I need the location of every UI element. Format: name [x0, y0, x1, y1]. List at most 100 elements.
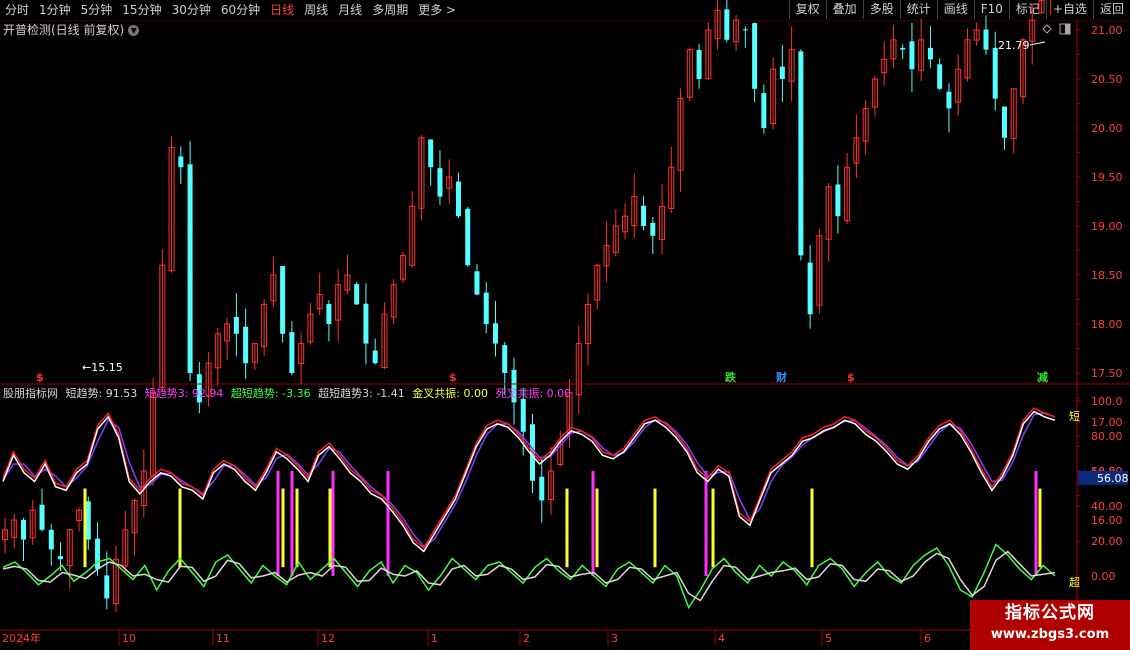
- candle-body-down: [178, 156, 184, 168]
- candle-body-down: [1001, 106, 1007, 138]
- candle-body-down: [455, 181, 461, 217]
- candle-body-down: [502, 345, 508, 373]
- high-price-label: 21.79: [998, 39, 1030, 52]
- indicator-tick-label: 20.00: [1091, 535, 1123, 548]
- price-tick-label: 18.50: [1091, 269, 1123, 282]
- time-tick-label: 12: [321, 632, 335, 645]
- candle-body-down: [243, 326, 249, 364]
- candle-body-down: [641, 205, 647, 226]
- candle-body-down: [779, 66, 785, 79]
- candle-body-down: [187, 164, 193, 373]
- watermark-title: 指标公式网: [1005, 603, 1095, 623]
- candle-body-down: [983, 29, 989, 50]
- candle-body-down: [909, 41, 915, 70]
- candle-body-down: [696, 49, 702, 79]
- indicator-tick-label: 100.0: [1091, 395, 1123, 408]
- candle-body-down: [48, 529, 54, 550]
- candle-body-down: [280, 266, 286, 334]
- chart-grid: [0, 29, 1077, 577]
- price-tick-label: 20.00: [1091, 122, 1123, 135]
- watermark-url: www.zbgs3.com: [990, 627, 1110, 642]
- candle-body-down: [742, 29, 748, 31]
- candle-body-down: [724, 9, 730, 40]
- indicator-item-short-trend3: 短趋势3: 92.94: [144, 387, 224, 400]
- price-tick-label: 20.50: [1091, 73, 1123, 86]
- candle-body-down: [539, 476, 545, 501]
- event-marker: $: [36, 371, 44, 384]
- time-tick-label: 6: [924, 632, 931, 645]
- time-tick-label: 5: [825, 632, 832, 645]
- indicator-tick-label: 80.00: [1091, 430, 1123, 443]
- main-chart-title-text: 开普检测(日线 前复权): [3, 23, 125, 37]
- window-controls: [1042, 23, 1071, 35]
- main-chart-title[interactable]: 开普检测(日线 前复权) ▼: [3, 21, 140, 39]
- candle-body-down: [992, 47, 998, 99]
- price-tick-label: 19.50: [1091, 171, 1123, 184]
- time-tick-label: 4: [718, 632, 725, 645]
- price-tick-label: 18.00: [1091, 318, 1123, 331]
- price-tick-label: 21.00: [1091, 24, 1123, 37]
- event-marker: 财: [775, 370, 787, 384]
- chart-axes: 21.0020.5020.0019.5019.0018.5018.0017.50…: [0, 20, 1130, 650]
- candle-body-down: [937, 64, 943, 89]
- candle-body-down: [289, 332, 295, 373]
- time-tick-label: 3: [611, 632, 618, 645]
- candle-body-down: [761, 93, 767, 128]
- price-tick-label: 17.50: [1091, 367, 1123, 380]
- candle-body-down: [437, 168, 443, 197]
- indicator-tick-label: 0.00: [1091, 570, 1116, 583]
- candle-body-down: [363, 303, 369, 344]
- candle-body-down: [474, 271, 480, 295]
- candle-body-down: [21, 519, 27, 540]
- candle-body-down: [85, 501, 91, 540]
- candle-body-down: [372, 350, 378, 364]
- low-price-label: ←15.15: [82, 361, 123, 374]
- time-tick-label: 1: [431, 632, 438, 645]
- diamond-icon[interactable]: [1042, 24, 1052, 34]
- indicator-name[interactable]: 股朋指标网: [3, 387, 58, 400]
- price-tick-label: 17.00: [1091, 416, 1123, 429]
- indicator-item-golden-cross: 金叉共振: 0.00: [412, 387, 488, 400]
- candle-body-down: [354, 284, 360, 305]
- price-tick-label: 16.00: [1091, 514, 1123, 527]
- candle-body-down: [326, 303, 332, 324]
- chevron-down-icon[interactable]: ▼: [128, 25, 140, 36]
- event-marker: 减: [1037, 370, 1048, 384]
- indicator-item-ultra-short-trend: 超短趋势: -3.36: [230, 387, 311, 400]
- candle-body-down: [752, 23, 758, 89]
- candle-body-down: [428, 139, 434, 168]
- candle-body-down: [39, 504, 45, 530]
- candle-body-down: [492, 323, 498, 344]
- price-tick-label: 19.00: [1091, 220, 1123, 233]
- time-tick-label: 11: [216, 632, 230, 645]
- candle-body-down: [900, 47, 906, 50]
- time-tick-label: 2: [523, 632, 530, 645]
- indicator-item-death-cross: 死叉共振: 0.00: [495, 387, 572, 400]
- indicator-right-label: 超: [1069, 575, 1080, 589]
- short-trend-up-line: [2, 407, 1056, 550]
- event-marker: 跌: [725, 370, 737, 384]
- candle-body-down: [233, 316, 239, 334]
- candle-body-down: [798, 51, 804, 256]
- candle-body-down: [835, 184, 841, 217]
- time-tick-label: 10: [122, 632, 136, 645]
- candle-body-down: [483, 292, 489, 324]
- current-value-label: 56.08: [1097, 472, 1129, 485]
- stock-chart[interactable]: 21.0020.5020.0019.5019.0018.5018.0017.50…: [0, 0, 1130, 650]
- candle-body-down: [465, 208, 471, 266]
- indicator-tick-label: 40.00: [1091, 500, 1123, 513]
- maximize-icon-fill: [1065, 24, 1070, 34]
- candle-body-down: [58, 556, 64, 560]
- indicator-item-short-trend: 短趋势: 91.53: [65, 387, 138, 400]
- candle-body-down: [946, 91, 952, 109]
- candle-body-down: [650, 222, 656, 236]
- event-marker: $: [449, 371, 457, 384]
- time-tick-label: 2024年: [2, 631, 41, 645]
- event-marker: $: [847, 371, 855, 384]
- candle-body-down: [927, 47, 933, 60]
- candle-body-down: [807, 262, 813, 315]
- indicator-title: 股朋指标网 短趋势: 91.53 短趋势3: 92.94 超短趋势: -3.36…: [3, 386, 575, 402]
- short-trend-line: [2, 410, 1056, 553]
- indicator-right-label: 短: [1069, 409, 1080, 423]
- short-trend3-line: [2, 412, 1056, 548]
